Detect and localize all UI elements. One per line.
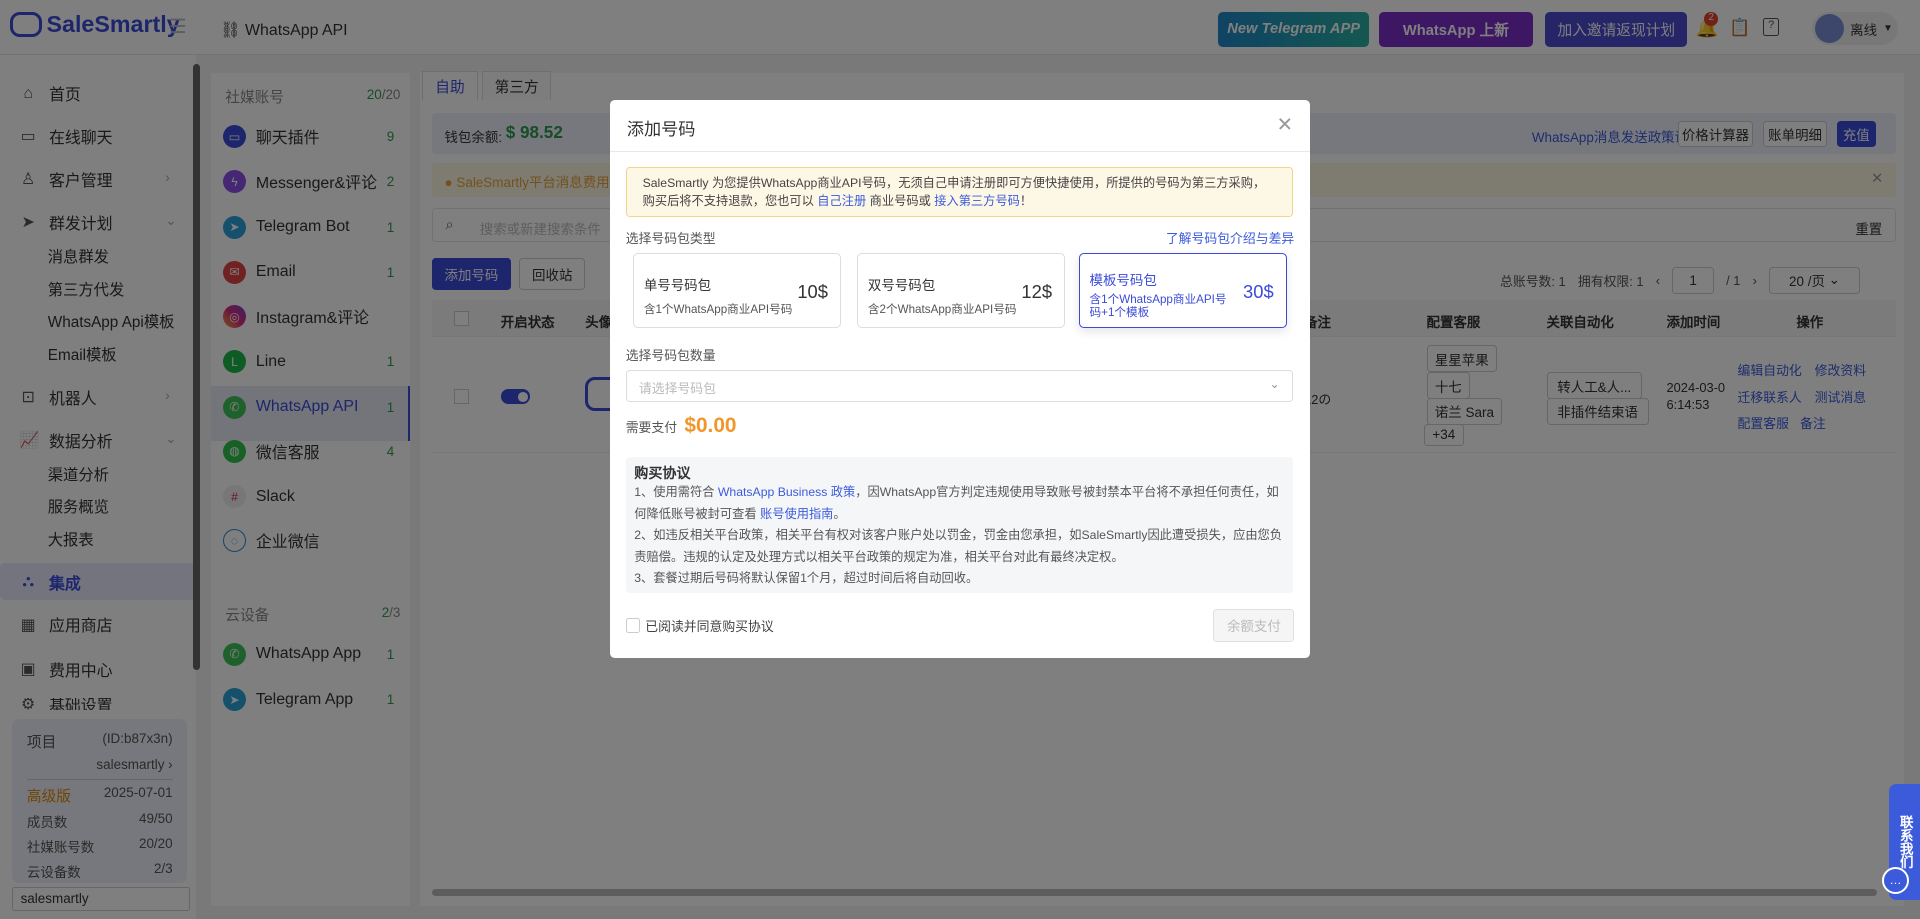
package-double[interactable]: 双号号码包 含2个WhatsApp商业API号码 12$ [857,253,1066,329]
chat-bubble-icon[interactable]: … [1882,866,1909,894]
package-single[interactable]: 单号号码包 含1个WhatsApp商业API号码 10$ [633,253,842,329]
agree-checkbox[interactable] [625,618,641,633]
add-number-modal: 添加号码 ✕ SaleSmartly 为您提供WhatsApp商业API号码，无… [609,100,1311,658]
package-quantity-select[interactable]: 请选择号码包 ⌄ [625,369,1294,402]
third-party-link[interactable]: 接入第三方号码 [934,194,1020,208]
notice-text: 商业号码或 [866,194,935,208]
pay-value: $0.00 [684,413,737,437]
purchase-agreement: 购买协议 1、使用需符合 WhatsApp Business 政策，因Whats… [625,456,1294,593]
agreement-text: 。 [833,506,846,521]
package-template[interactable]: 模板号码包 含1个WhatsApp商业API号码+1个模板 30$ [1078,253,1287,329]
info-notice: SaleSmartly 为您提供WhatsApp商业API号码，无须自己申请注册… [625,166,1294,217]
package-desc: 含1个WhatsApp商业API号码+1个模板 [1089,292,1227,320]
agreement-clause-3: 3、套餐过期后号码将默认保留1个月，超过时间后将自动回收。 [634,571,979,586]
notice-text: ！ [1019,194,1033,208]
divider [609,150,1311,152]
modal-title: 添加号码 [626,119,696,140]
package-desc: 含1个WhatsApp商业API号码 [643,303,793,317]
pay-label: 需要支付 [625,419,678,435]
quantity-placeholder: 请选择号码包 [638,381,716,397]
whatsapp-policy-link[interactable]: WhatsApp Business 政策 [718,485,855,499]
agreement-title: 购买协议 [634,465,691,482]
chevron-down-icon: ⌄ [1269,376,1280,391]
quantity-label: 选择号码包数量 [625,348,716,364]
agree-label: 已阅读并同意购买协议 [645,618,774,634]
usage-guide-link[interactable]: 账号使用指南 [760,507,833,521]
agreement-text: 1、使用需符合 [634,485,718,500]
balance-pay-button[interactable]: 余额支付 [1213,608,1295,642]
package-price: 30$ [1243,281,1274,303]
close-icon[interactable]: ✕ [1277,113,1293,137]
payment-amount: 需要支付 $0.00 [626,414,737,438]
package-type-label: 选择号码包类型 [625,230,716,246]
agreement-clause-2: 2、如违反相关平台政策，相关平台有权对该客户账户处以罚金，罚金由您承担，如Sal… [634,528,1283,564]
package-info-link[interactable]: 了解号码包介绍与差异 [1166,228,1294,247]
package-price: 10$ [797,281,828,303]
package-desc: 含2个WhatsApp商业API号码 [867,303,1017,317]
self-register-link[interactable]: 自己注册 [817,194,866,208]
agree-checkbox-row[interactable]: 已阅读并同意购买协议 [625,616,774,635]
package-price: 12$ [1021,281,1053,303]
